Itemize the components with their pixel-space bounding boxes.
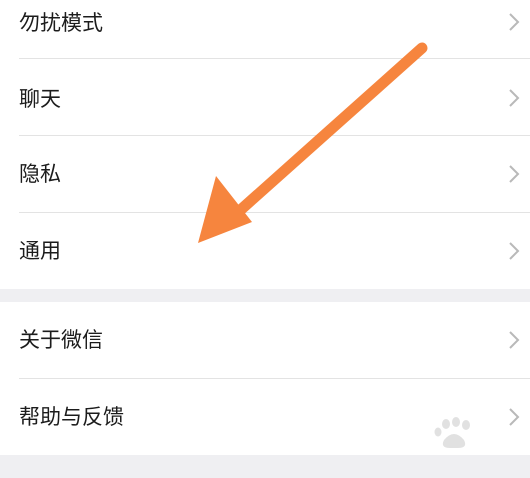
chevron-right-icon [509,13,520,31]
chevron-right-icon [509,165,520,183]
settings-row-label: 关于微信 [19,328,103,352]
settings-row-do-not-disturb[interactable]: 勿扰模式 [0,0,530,58]
settings-row-label: 聊天 [19,87,61,111]
settings-row-label: 帮助与反馈 [19,405,124,429]
settings-row-chat[interactable]: 聊天 [0,59,530,135]
settings-row-general[interactable]: 通用 [0,213,530,289]
settings-row-privacy[interactable]: 隐私 [0,136,530,212]
settings-screen: 勿扰模式 聊天 隐私 通用 关于微信 帮助与反馈 [0,0,530,478]
paw-watermark-icon [434,417,470,448]
settings-group-main: 勿扰模式 聊天 隐私 通用 [0,0,530,289]
settings-row-about-wechat[interactable]: 关于微信 [0,302,530,378]
chevron-right-icon [509,89,520,107]
settings-row-label: 勿扰模式 [19,11,103,35]
chevron-right-icon [509,242,520,260]
chevron-right-icon [509,331,520,349]
settings-row-label: 隐私 [19,162,61,186]
settings-row-label: 通用 [19,239,61,263]
